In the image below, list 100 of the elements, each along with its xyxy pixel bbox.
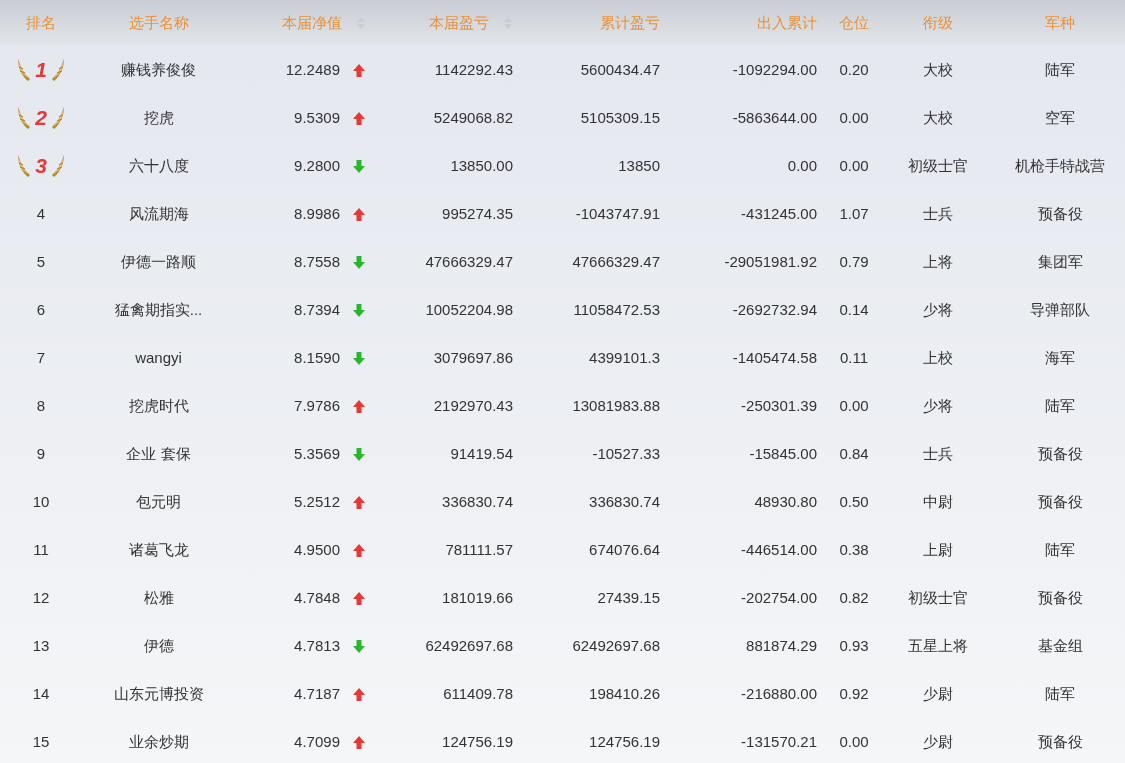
position-cell-text: 0.92 bbox=[839, 683, 869, 704]
player-name[interactable]: 企业 套保 bbox=[126, 442, 191, 466]
period-pnl-cell-text: 995274.35 bbox=[442, 203, 513, 224]
column-header: 军种 bbox=[1045, 12, 1075, 33]
branch-cell-text: 预备役 bbox=[1037, 203, 1083, 224]
wing-icon bbox=[17, 58, 32, 82]
cash-flow-cell-text: -5863644.00 bbox=[732, 107, 817, 128]
period-pnl-cell-text: 1142292.43 bbox=[434, 59, 513, 80]
cash-flow-cell-text: 881874.29 bbox=[746, 635, 817, 656]
position-cell-text: 0.00 bbox=[839, 731, 869, 752]
rank-number: 4 bbox=[36, 203, 46, 224]
column-header: 衔级 bbox=[922, 12, 953, 33]
branch-cell-text: 机枪手特战营 bbox=[1015, 155, 1105, 176]
wing-icon bbox=[50, 106, 65, 130]
rank-number: 6 bbox=[36, 299, 46, 320]
net-value-cell-text: 8.7558 bbox=[294, 251, 340, 272]
player-name[interactable]: 风流期海 bbox=[128, 202, 189, 226]
branch-cell-text: 基金组 bbox=[1037, 635, 1083, 656]
rank-number: 10 bbox=[32, 491, 50, 512]
total-pnl-cell-text: 336830.74 bbox=[589, 491, 660, 512]
period-pnl-cell-text: 611409.78 bbox=[443, 683, 513, 704]
branch-cell-text: 预备役 bbox=[1037, 443, 1083, 464]
grade-cell-text: 大校 bbox=[922, 107, 953, 128]
position-cell-text: 0.00 bbox=[839, 395, 869, 416]
net-value-cell-text: 5.2512 bbox=[294, 491, 340, 512]
net-value-cell-text: 9.2800 bbox=[294, 155, 340, 176]
position-cell-text: 0.82 bbox=[839, 587, 869, 608]
cash-flow-cell-text: -250301.39 bbox=[741, 395, 817, 416]
player-name[interactable]: 挖虎时代 bbox=[128, 394, 189, 418]
total-pnl-cell-text: 13081983.88 bbox=[572, 395, 660, 416]
period-pnl-cell-text: 10052204.98 bbox=[425, 299, 513, 320]
period-pnl-cell-text: 47666329.47 bbox=[425, 251, 513, 272]
branch-cell-text: 海军 bbox=[1045, 347, 1075, 368]
net-value-cell-text: 7.9786 bbox=[294, 395, 340, 416]
player-name[interactable]: 赚钱养俊俊 bbox=[121, 58, 196, 82]
total-pnl-cell-text: 27439.15 bbox=[597, 587, 660, 608]
grade-cell-text: 士兵 bbox=[922, 443, 953, 464]
branch-cell-text: 陆军 bbox=[1045, 539, 1075, 560]
position-cell-text: 0.38 bbox=[839, 539, 869, 560]
branch-cell-text: 预备役 bbox=[1037, 491, 1083, 512]
grade-cell-text: 少将 bbox=[922, 299, 953, 320]
column-header: 出入累计 bbox=[757, 12, 817, 33]
grade-cell-text: 少尉 bbox=[922, 683, 953, 704]
net-value-cell-text: 4.7187 bbox=[294, 683, 340, 704]
column-header: 选手名称 bbox=[128, 12, 189, 33]
cash-flow-cell-text: 48930.80 bbox=[754, 491, 817, 512]
period-pnl-cell-text: 91419.54 bbox=[450, 443, 513, 464]
total-pnl-cell-text: 674076.64 bbox=[589, 539, 660, 560]
player-name[interactable]: 诸葛飞龙 bbox=[128, 538, 189, 562]
column-header: 累计盈亏 bbox=[600, 12, 660, 33]
rank-number: 8 bbox=[36, 395, 46, 416]
column-header: 仓位 bbox=[839, 12, 869, 33]
cash-flow-cell-text: -29051981.92 bbox=[724, 251, 817, 272]
total-pnl-cell-text: 11058472.53 bbox=[573, 299, 660, 320]
rank-number: 11 bbox=[33, 539, 49, 560]
position-cell-text: 0.79 bbox=[839, 251, 869, 272]
position-cell-text: 0.00 bbox=[839, 155, 869, 176]
position-cell-text: 0.00 bbox=[839, 107, 869, 128]
net-value-cell-text: 4.7813 bbox=[294, 635, 340, 656]
branch-cell-text: 陆军 bbox=[1045, 683, 1075, 704]
net-value-cell-text: 4.9500 bbox=[294, 539, 340, 560]
cash-flow-cell-text: -431245.00 bbox=[741, 203, 817, 224]
cash-flow-cell-text: 0.00 bbox=[787, 155, 817, 176]
grade-cell-text: 初级士官 bbox=[907, 155, 968, 176]
branch-cell-text: 预备役 bbox=[1037, 587, 1083, 608]
net-value-cell-text: 8.7394 bbox=[294, 299, 340, 320]
branch-cell-text: 集团军 bbox=[1037, 251, 1083, 272]
rank-number: 2 bbox=[35, 105, 47, 132]
player-name[interactable]: 伊德一路顺 bbox=[121, 250, 196, 274]
grade-cell-text: 上尉 bbox=[922, 539, 953, 560]
position-cell-text: 1.07 bbox=[839, 203, 869, 224]
rank-number: 1 bbox=[35, 57, 47, 84]
player-name[interactable]: 业余炒期 bbox=[128, 730, 189, 754]
total-pnl-cell-text: 198410.26 bbox=[589, 683, 660, 704]
player-name[interactable]: 猛禽期指实... bbox=[114, 298, 203, 322]
position-cell-text: 0.20 bbox=[839, 59, 869, 80]
player-name[interactable]: 山东元博投资 bbox=[113, 682, 204, 706]
player-name[interactable]: 松雅 bbox=[143, 586, 174, 610]
player-name[interactable]: wangyi bbox=[135, 346, 182, 370]
rank-number: 12 bbox=[32, 587, 50, 608]
cash-flow-cell-text: -2692732.94 bbox=[732, 299, 817, 320]
rank-number: 13 bbox=[32, 635, 50, 656]
rank-number: 7 bbox=[36, 347, 46, 368]
grade-cell-text: 五星上将 bbox=[907, 635, 968, 656]
net-value-cell-text: 9.5309 bbox=[294, 107, 340, 128]
rank-number: 14 bbox=[32, 683, 50, 704]
branch-cell-text: 导弹部队 bbox=[1030, 299, 1090, 320]
player-name[interactable]: 伊德 bbox=[143, 634, 174, 658]
grade-cell-text: 少尉 bbox=[922, 731, 953, 752]
wing-icon bbox=[17, 106, 32, 130]
total-pnl-cell-text: 4399101.3 bbox=[589, 347, 660, 368]
rank-number: 9 bbox=[36, 443, 46, 464]
net-value-cell-text: 4.7848 bbox=[294, 587, 340, 608]
grade-cell-text: 初级士官 bbox=[907, 587, 968, 608]
rank-number: 3 bbox=[35, 153, 47, 180]
player-name[interactable]: 六十八度 bbox=[128, 154, 189, 178]
player-name[interactable]: 挖虎 bbox=[143, 106, 174, 130]
player-name[interactable]: 包元明 bbox=[136, 490, 181, 514]
position-cell-text: 0.50 bbox=[839, 491, 869, 512]
total-pnl-cell-text: 5105309.15 bbox=[580, 107, 660, 128]
